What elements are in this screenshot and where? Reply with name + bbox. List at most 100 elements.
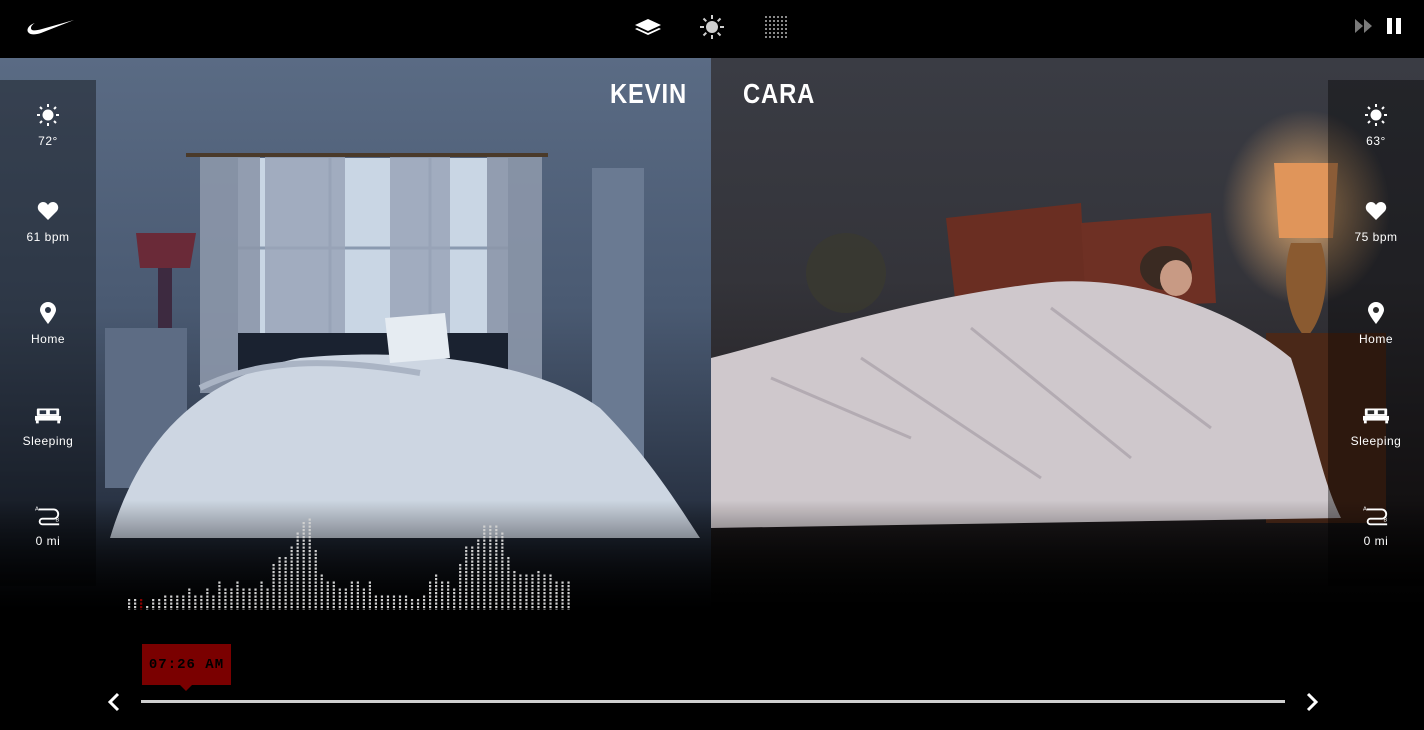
- activity-bar: [386, 595, 390, 610]
- activity-bar: [525, 574, 528, 610]
- activity-bar: [543, 574, 546, 610]
- stats-panel-cara: 63° 75 bpm Home Sleeping A B 0 mi: [1328, 80, 1424, 586]
- activity-bar: [392, 595, 396, 610]
- stat-location: Home: [1328, 300, 1424, 346]
- stat-temperature: 63°: [1328, 102, 1424, 148]
- svg-text:B: B: [1383, 518, 1387, 524]
- temperature-value: 63°: [1366, 134, 1386, 148]
- sun-icon[interactable]: [694, 10, 730, 44]
- activity-bar: [296, 532, 299, 610]
- stat-status: Sleeping: [0, 402, 96, 448]
- nike-swoosh-logo[interactable]: [26, 16, 76, 38]
- fast-forward-icon[interactable]: [1354, 14, 1374, 38]
- stat-distance: AB 0 mi: [0, 502, 96, 548]
- activity-bar: [152, 599, 155, 610]
- activity-bar: [332, 581, 335, 610]
- activity-bar: [549, 574, 552, 610]
- heart-rate-value: 61 bpm: [26, 230, 70, 244]
- activity-bar: [404, 595, 408, 610]
- activity-bar: [495, 525, 498, 610]
- location-value: Home: [1358, 332, 1393, 346]
- svg-text:A: A: [1363, 506, 1367, 512]
- activity-chart-kevin: [128, 518, 570, 610]
- stat-location: Home: [0, 300, 96, 346]
- activity-bar: [537, 571, 540, 610]
- view-toggle-group: [630, 10, 794, 44]
- activity-bar: [254, 588, 257, 610]
- activity-bar: [368, 581, 371, 610]
- activity-bar: [224, 588, 227, 610]
- activity-bar: [441, 581, 444, 610]
- bed-icon: [1363, 402, 1389, 428]
- chevron-left-icon[interactable]: [106, 692, 122, 712]
- distance-value: 0 mi: [1363, 534, 1389, 548]
- current-time-badge: 07:26 AM: [142, 644, 231, 691]
- activity-bar: [164, 595, 167, 610]
- activity-bar: [531, 574, 534, 610]
- activity-bar: [200, 595, 203, 610]
- pause-icon[interactable]: [1384, 14, 1404, 38]
- stat-status: Sleeping: [1328, 402, 1424, 448]
- activity-bar: [194, 595, 197, 610]
- activity-bar: [134, 599, 137, 610]
- activity-bar: [140, 599, 143, 610]
- activity-bar: [416, 599, 420, 610]
- distance-value: 0 mi: [35, 534, 61, 548]
- activity-bar: [236, 581, 239, 610]
- status-value: Sleeping: [22, 434, 74, 448]
- activity-bar: [260, 581, 263, 610]
- activity-bar: [350, 581, 353, 610]
- stat-distance: A B 0 mi: [1328, 502, 1424, 548]
- activity-bar: [182, 595, 185, 610]
- stats-panel-kevin: 72° 61 bpm Home Sleeping AB 0 mi: [0, 80, 96, 586]
- activity-bar: [218, 581, 221, 610]
- sun-icon: [35, 102, 61, 128]
- location-pin-icon: [35, 300, 61, 326]
- activity-bar: [266, 588, 269, 610]
- activity-bar: [158, 599, 161, 610]
- activity-bar: [501, 532, 504, 610]
- heart-rate-value: 75 bpm: [1354, 230, 1398, 244]
- activity-bar: [212, 595, 215, 610]
- route-icon: AB: [35, 502, 61, 528]
- activity-bar: [483, 525, 486, 610]
- activity-bar: [326, 581, 329, 610]
- activity-bar: [362, 588, 365, 610]
- activity-bar: [284, 557, 287, 610]
- activity-bar: [176, 595, 179, 610]
- activity-bar: [471, 546, 474, 610]
- activity-bar: [308, 518, 311, 610]
- activity-bar: [398, 595, 402, 610]
- activity-bar: [410, 599, 414, 610]
- location-pin-icon: [1363, 300, 1389, 326]
- activity-bar: [459, 564, 462, 610]
- activity-bar: [561, 581, 564, 610]
- activity-bar: [477, 539, 480, 610]
- activity-bar: [429, 581, 432, 610]
- activity-bar: [555, 581, 558, 610]
- activity-bar: [422, 595, 426, 610]
- chevron-right-icon[interactable]: [1304, 692, 1320, 712]
- svg-text:A: A: [35, 506, 39, 512]
- activity-bar: [188, 588, 191, 610]
- timeline-scrubber[interactable]: [141, 700, 1285, 703]
- heart-icon: [35, 198, 61, 224]
- activity-bar: [513, 571, 516, 610]
- activity-bar: [206, 588, 209, 610]
- location-value: Home: [30, 332, 65, 346]
- sun-icon: [1363, 102, 1389, 128]
- activity-bar: [507, 557, 510, 610]
- heart-icon: [1363, 198, 1389, 224]
- activity-bar: [447, 581, 450, 610]
- grid-icon[interactable]: [758, 10, 794, 44]
- activity-bar: [489, 525, 492, 610]
- svg-text:B: B: [55, 518, 59, 524]
- person-name-cara: CARA: [743, 78, 816, 109]
- layers-icon[interactable]: [630, 10, 666, 44]
- activity-bar: [242, 588, 245, 610]
- status-value: Sleeping: [1350, 434, 1402, 448]
- kevin-bedroom-photo: KEVIN 72° 61 bpm Home Sleeping A B 0 mi: [0, 58, 711, 610]
- activity-bar: [248, 588, 251, 610]
- activity-bar: [380, 595, 384, 610]
- bottom-fade: [711, 500, 1424, 610]
